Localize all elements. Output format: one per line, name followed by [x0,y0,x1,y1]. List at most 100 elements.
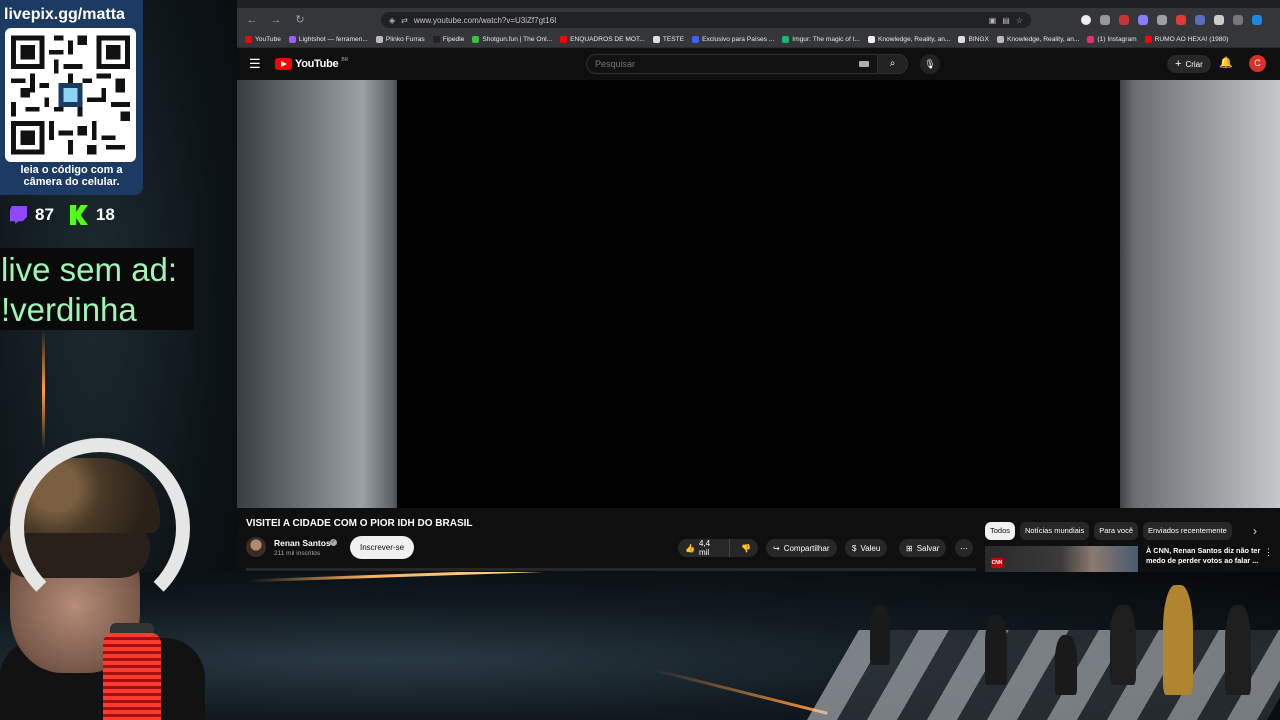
bookmark-item[interactable]: BINGX [958,36,989,43]
mic-icon: 🎙 [924,59,936,69]
kick-counter: 18 [69,205,115,225]
chevron-right-icon[interactable]: › [1253,524,1257,538]
extension-icon[interactable] [1100,15,1110,25]
extension-icon[interactable] [1233,15,1243,25]
extension-icon[interactable] [1214,15,1224,25]
bookmark-item[interactable]: Knowledge, Reality, an... [996,36,1079,43]
bookmark-item[interactable]: Knowledge, Reality, an... [867,36,950,43]
thumbs-down-icon: 👎 [741,543,751,553]
cast-icon[interactable]: ▤ [1002,16,1010,25]
bookmark-item[interactable]: Exclusivo para Países ... [692,36,774,43]
chess-piece [1055,635,1077,695]
kick-icon [69,205,88,225]
address-bar[interactable]: ◈ ⇄ www.youtube.com/watch?v=U3iZf7gt16I … [381,12,1031,28]
account-avatar[interactable]: C [1249,55,1266,72]
divider [246,568,976,571]
extension-icon[interactable] [1119,15,1129,25]
tune-icon[interactable]: ⇄ [401,16,408,25]
site-info-icon[interactable]: ◈ [389,16,395,25]
subscribe-button[interactable]: Inscrever-se [350,536,415,559]
chess-piece [1225,605,1251,695]
recommended-title[interactable]: À CNN, Renan Santos diz não ter medo de … [1146,546,1270,566]
recommended-thumbnail[interactable] [985,546,1138,572]
bookmark-favicon-icon [432,36,440,43]
save-button[interactable]: ⊞ Salvar [899,539,947,557]
extension-icon[interactable] [1081,15,1091,25]
chess-piece [985,615,1007,685]
bookmark-label: Plinko Furras [385,36,425,43]
thanks-button[interactable]: $ Valeu [845,539,888,557]
search-button[interactable]: ⌕ [878,54,908,74]
bookmark-favicon-icon [867,36,875,43]
dislike-button[interactable]: 👎 [734,544,758,553]
bookmark-item[interactable]: (1) Instagram [1087,36,1137,43]
bookmark-label: Exclusivo para Países ... [702,36,775,43]
thumbs-up-icon: 👍 [685,543,695,553]
save-label: Salvar [916,543,940,553]
bookmark-item[interactable]: TESTE [652,36,684,43]
bookmark-label: BINGX [968,36,989,43]
like-count: 4,4 mil [698,539,711,557]
keyboard-icon[interactable] [859,61,869,67]
video-player[interactable] [397,80,1120,508]
bookmark-favicon-icon [288,36,296,43]
bookmark-item[interactable]: Imgur: The magic of t... [782,36,860,43]
share-label: Compartilhar [783,543,830,553]
extension-icon[interactable] [1157,15,1167,25]
bookmark-label: ENQUADROS DE MOT... [570,36,645,43]
search-icon: ⌕ [889,58,896,69]
save-icon: ⊞ [906,543,913,553]
more-actions-button[interactable]: ⋯ [955,539,973,557]
share-button[interactable]: ↪ Compartilhar [766,539,837,557]
create-button[interactable]: + Criar [1167,55,1211,73]
extension-icon[interactable] [1138,15,1148,25]
bookmark-favicon-icon [652,36,660,43]
chip-filter[interactable]: Notícias mundiais [1020,522,1090,540]
bookmark-item[interactable]: Fipedle [432,36,465,43]
notifications-bell-icon[interactable]: 🔔 [1219,56,1233,69]
extension-icon[interactable] [1195,15,1205,25]
video-background [237,80,1280,508]
search-input[interactable] [595,59,859,69]
bookmark-favicon-icon [375,36,383,43]
chip-filter[interactable]: Todos [985,522,1016,540]
like-dislike-group: 👍 4,4 mil 👎 [678,539,758,557]
chip-filter[interactable]: Enviados recentemente [1143,522,1232,540]
channel-name[interactable]: Renan Santos [274,538,331,548]
chess-piece [1110,605,1136,685]
bookmark-item[interactable]: Lightshot — ferramen... [288,36,368,43]
youtube-logo-text: YouTube [295,58,339,70]
qr-caption-line: leia o código com a [20,164,123,176]
extension-icon[interactable] [1176,15,1186,25]
bookmark-label: Lightshot — ferramen... [298,36,368,43]
back-icon[interactable]: ← [245,13,259,27]
like-button[interactable]: 👍 4,4 mil [678,539,731,557]
voice-search-button[interactable]: 🎙 [920,54,940,74]
ad-line: live sem ad: [1,251,178,288]
url-text: www.youtube.com/watch?v=U3iZf7gt16I [413,15,557,25]
youtube-logo[interactable]: YouTube BR [275,57,348,70]
bookmark-item[interactable]: RUMO AO HEXA! (1980) [1144,36,1228,43]
bookmark-star-icon[interactable]: ☆ [1016,16,1023,25]
bookmark-label: Fipedle [442,36,465,43]
thanks-icon: $ [852,543,857,553]
chip-filter[interactable]: Para você [1094,522,1138,540]
more-vert-icon[interactable]: ⋮ [1264,547,1273,558]
bookmark-favicon-icon [782,36,790,43]
install-icon[interactable]: ▣ [989,16,997,25]
extension-icon[interactable] [1252,15,1262,25]
forward-icon[interactable]: → [269,13,283,27]
bookmark-item[interactable]: ENQUADROS DE MOT... [560,36,645,43]
recommendation-chips: Todos Notícias mundiais Para você Enviados … [985,522,1232,540]
menu-icon[interactable]: ☰ [249,56,265,72]
channel-avatar[interactable] [246,537,266,557]
tab-strip[interactable] [237,0,1280,8]
bookmark-item[interactable]: Plinko Furras [375,36,425,43]
twitch-viewer-count: 87 [35,205,54,224]
browser-window: ← → ↻ ◈ ⇄ www.youtube.com/watch?v=U3iZf7… [237,0,1280,572]
bookmark-label: YouTube [255,36,281,43]
reload-icon[interactable]: ↻ [293,13,307,27]
bookmark-item[interactable]: YouTube [245,36,281,43]
qr-donation-card: livepix.gg/matta leia o código com a câm… [0,0,143,195]
bookmark-item[interactable]: Shotgun.fun | The Onl... [472,36,552,43]
